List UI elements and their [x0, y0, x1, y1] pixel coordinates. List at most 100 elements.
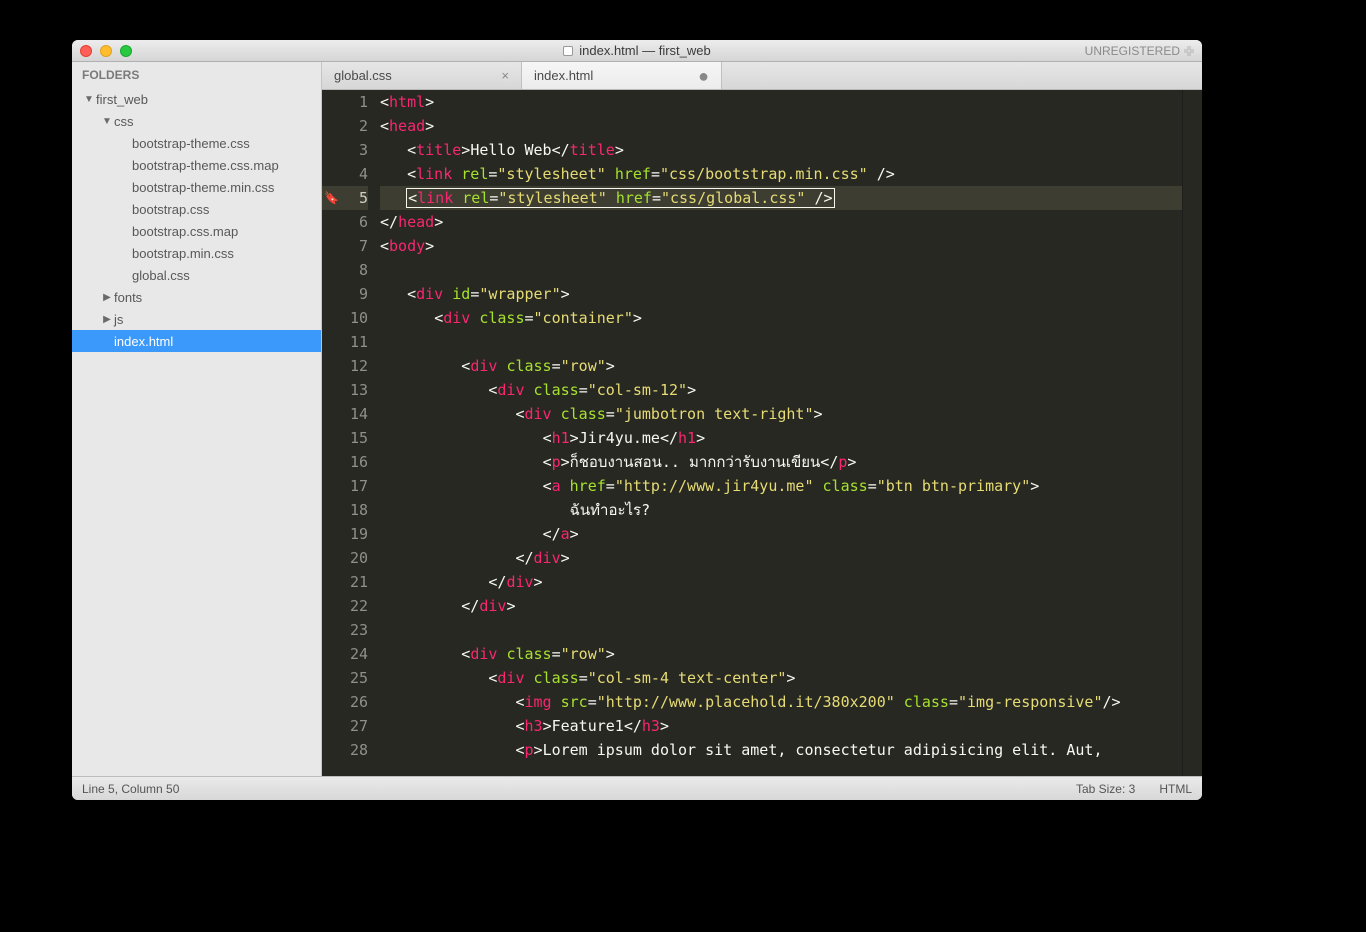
line-number[interactable]: 23	[322, 618, 368, 642]
code-line[interactable]	[380, 258, 1182, 282]
line-number[interactable]: 22	[322, 594, 368, 618]
code-line[interactable]: <link rel="stylesheet" href="css/bootstr…	[380, 162, 1182, 186]
code-line[interactable]: <p>ก็ชอบงานสอน.. มากกว่ารับงานเขียน</p>	[380, 450, 1182, 474]
code-line[interactable]: <div class="col-sm-4 text-center">	[380, 666, 1182, 690]
line-number[interactable]: 2	[322, 114, 368, 138]
selection: <link rel="stylesheet" href="css/global.…	[406, 188, 834, 208]
line-number[interactable]: 28	[322, 738, 368, 762]
code-line[interactable]: <body>	[380, 234, 1182, 258]
minimap[interactable]	[1182, 90, 1202, 776]
line-number[interactable]: 1	[322, 90, 368, 114]
close-tab-icon[interactable]: ×	[489, 68, 509, 83]
line-number[interactable]: 12	[322, 354, 368, 378]
sidebar[interactable]: FOLDERS ▼first_web▼cssbootstrap-theme.cs…	[72, 62, 322, 776]
tab-bar[interactable]: global.css × index.html●	[322, 62, 1202, 90]
chevron-right-icon[interactable]: ▶	[102, 314, 112, 325]
code-line[interactable]: </div>	[380, 594, 1182, 618]
line-number[interactable]: 14	[322, 402, 368, 426]
line-number[interactable]: 13	[322, 378, 368, 402]
code-line[interactable]: <html>	[380, 90, 1182, 114]
code-line[interactable]: </div>	[380, 546, 1182, 570]
line-number[interactable]: 17	[322, 474, 368, 498]
status-bar[interactable]: Line 5, Column 50 Tab Size: 3 HTML	[72, 776, 1202, 800]
line-number[interactable]: 3	[322, 138, 368, 162]
line-number[interactable]: 11	[322, 330, 368, 354]
tree-item[interactable]: bootstrap-theme.css.map	[72, 154, 321, 176]
traffic-lights	[80, 45, 132, 57]
tree-item[interactable]: ▼first_web	[72, 88, 321, 110]
code-line[interactable]: <p>Lorem ipsum dolor sit amet, consectet…	[380, 738, 1182, 762]
line-number[interactable]: 15	[322, 426, 368, 450]
tree-item-label: first_web	[96, 92, 148, 107]
chevron-right-icon[interactable]: ▶	[102, 292, 112, 303]
line-number[interactable]: 18	[322, 498, 368, 522]
code-line[interactable]: <h1>Jir4yu.me</h1>	[380, 426, 1182, 450]
code-line[interactable]: <div class="jumbotron text-right">	[380, 402, 1182, 426]
tree-item[interactable]: ▶fonts	[72, 286, 321, 308]
close-window-button[interactable]	[80, 45, 92, 57]
tree-item[interactable]: bootstrap.css	[72, 198, 321, 220]
tab-label: global.css	[334, 68, 392, 83]
window-title: index.html — first_web	[72, 43, 1202, 58]
code-line[interactable]: <div class="container">	[380, 306, 1182, 330]
code-line[interactable]: ฉันทำอะไร?	[380, 498, 1182, 522]
line-number[interactable]: 6	[322, 210, 368, 234]
line-number[interactable]: 10	[322, 306, 368, 330]
code-line[interactable]: <div class="row">	[380, 354, 1182, 378]
line-number[interactable]: 9	[322, 282, 368, 306]
zoom-window-button[interactable]	[120, 45, 132, 57]
line-number[interactable]: 19	[322, 522, 368, 546]
tree-item[interactable]: ▼css	[72, 110, 321, 132]
code-line[interactable]: </a>	[380, 522, 1182, 546]
code-line[interactable]: <div class="col-sm-12">	[380, 378, 1182, 402]
tab[interactable]: global.css ×	[322, 62, 522, 89]
line-number[interactable]: 5🔖	[322, 186, 368, 210]
tree-item-label: global.css	[132, 268, 190, 283]
expand-icon[interactable]	[1184, 46, 1194, 56]
tree-item[interactable]: bootstrap-theme.css	[72, 132, 321, 154]
tree-item[interactable]: bootstrap.min.css	[72, 242, 321, 264]
tree-item[interactable]: global.css	[72, 264, 321, 286]
line-number[interactable]: 4	[322, 162, 368, 186]
chevron-down-icon[interactable]: ▼	[102, 116, 112, 127]
code-line[interactable]: <div id="wrapper">	[380, 282, 1182, 306]
minimize-window-button[interactable]	[100, 45, 112, 57]
line-number[interactable]: 26	[322, 690, 368, 714]
titlebar[interactable]: index.html — first_web UNREGISTERED	[72, 40, 1202, 62]
status-position[interactable]: Line 5, Column 50	[82, 782, 179, 796]
line-number[interactable]: 27	[322, 714, 368, 738]
tree-item[interactable]: ▶js	[72, 308, 321, 330]
chevron-down-icon[interactable]: ▼	[84, 94, 94, 105]
code-line[interactable]: </div>	[380, 570, 1182, 594]
line-number[interactable]: 25	[322, 666, 368, 690]
code-area[interactable]: <html><head> <title>Hello Web</title> <l…	[376, 90, 1182, 776]
line-number[interactable]: 7	[322, 234, 368, 258]
code-line[interactable]: <link rel="stylesheet" href="css/global.…	[380, 186, 1182, 210]
status-tab-size[interactable]: Tab Size: 3	[1076, 782, 1135, 796]
tree-item[interactable]: bootstrap-theme.min.css	[72, 176, 321, 198]
tree-item-label: index.html	[114, 334, 173, 349]
code-line[interactable]	[380, 330, 1182, 354]
code-line[interactable]: <div class="row">	[380, 642, 1182, 666]
app-window: index.html — first_web UNREGISTERED FOLD…	[72, 40, 1202, 800]
editor[interactable]: 12345🔖6789101112131415161718192021222324…	[322, 90, 1202, 776]
tree-item[interactable]: index.html	[72, 330, 321, 352]
code-line[interactable]: <head>	[380, 114, 1182, 138]
tree-item[interactable]: bootstrap.css.map	[72, 220, 321, 242]
tab[interactable]: index.html●	[522, 62, 722, 89]
tree-item-label: bootstrap-theme.min.css	[132, 180, 274, 195]
code-line[interactable]: </head>	[380, 210, 1182, 234]
code-line[interactable]: <title>Hello Web</title>	[380, 138, 1182, 162]
folder-tree[interactable]: ▼first_web▼cssbootstrap-theme.cssbootstr…	[72, 88, 321, 776]
line-number[interactable]: 21	[322, 570, 368, 594]
line-number[interactable]: 24	[322, 642, 368, 666]
code-line[interactable]: <a href="http://www.jir4yu.me" class="bt…	[380, 474, 1182, 498]
line-gutter[interactable]: 12345🔖6789101112131415161718192021222324…	[322, 90, 376, 776]
code-line[interactable]: <h3>Feature1</h3>	[380, 714, 1182, 738]
line-number[interactable]: 16	[322, 450, 368, 474]
code-line[interactable]	[380, 618, 1182, 642]
line-number[interactable]: 8	[322, 258, 368, 282]
line-number[interactable]: 20	[322, 546, 368, 570]
status-syntax[interactable]: HTML	[1159, 782, 1192, 796]
code-line[interactable]: <img src="http://www.placehold.it/380x20…	[380, 690, 1182, 714]
